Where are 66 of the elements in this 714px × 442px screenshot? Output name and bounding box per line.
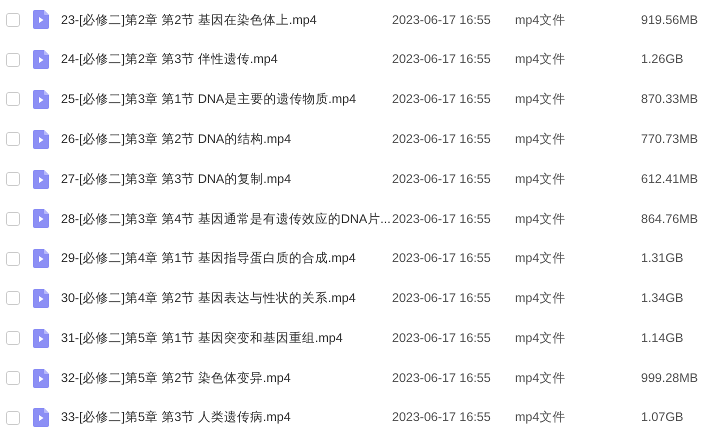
file-name[interactable]: 31-[必修二]第5章 第1节 基因突变和基因重组.mp4 <box>61 328 392 348</box>
file-size: 1.31GB <box>641 250 684 268</box>
file-type: mp4文件 <box>515 250 566 268</box>
video-file-icon <box>33 408 49 428</box>
file-size: 1.07GB <box>641 409 684 426</box>
file-type: mp4文件 <box>515 409 566 426</box>
file-size: 770.73MB <box>641 130 698 148</box>
video-file-icon <box>33 288 49 308</box>
checkbox[interactable] <box>6 331 20 346</box>
modified-date: 2023-06-17 16:55 <box>392 330 492 347</box>
checkbox[interactable] <box>6 92 20 106</box>
checkbox[interactable] <box>6 371 20 386</box>
modified-date: 2023-06-17 16:55 <box>392 290 492 308</box>
modified-date: 2023-06-17 16:55 <box>392 130 492 148</box>
checkbox[interactable] <box>6 410 20 425</box>
file-name[interactable]: 33-[必修二]第5章 第3节 人类遗传病.mp4 <box>61 408 392 428</box>
modified-date: 2023-06-17 16:55 <box>392 370 492 387</box>
modified-date: 2023-06-17 16:55 <box>392 210 492 228</box>
video-file-icon <box>33 249 49 268</box>
file-type: mp4文件 <box>515 91 566 108</box>
video-file-icon <box>33 328 49 348</box>
checkbox[interactable] <box>6 291 20 306</box>
file-type: mp4文件 <box>515 170 566 188</box>
file-type: mp4文件 <box>515 51 566 68</box>
modified-date: 2023-06-17 16:55 <box>392 51 492 68</box>
checkbox[interactable] <box>6 12 20 27</box>
video-file-icon <box>33 130 49 149</box>
checkbox[interactable] <box>6 252 20 266</box>
file-type: mp4文件 <box>515 330 566 347</box>
file-size: 1.26GB <box>641 51 684 68</box>
video-file-icon <box>33 170 49 189</box>
file-name[interactable]: 27-[必修二]第3章 第3节 DNA的复制.mp4 <box>61 170 392 188</box>
video-file-icon <box>33 209 49 228</box>
file-size: 1.14GB <box>641 330 684 347</box>
file-size: 999.28MB <box>641 370 698 387</box>
file-size: 919.56MB <box>641 12 698 29</box>
modified-date: 2023-06-17 16:55 <box>392 250 492 268</box>
file-type: mp4文件 <box>515 290 566 308</box>
file-name[interactable]: 30-[必修二]第4章 第2节 基因表达与性状的关系.mp4 <box>61 289 392 308</box>
modified-date: 2023-06-17 16:55 <box>392 170 492 188</box>
file-name[interactable]: 25-[必修二]第3章 第1节 DNA是主要的遗传物质.mp4 <box>61 90 392 109</box>
checkbox[interactable] <box>6 212 20 226</box>
file-name[interactable]: 32-[必修二]第5章 第2节 染色体变异.mp4 <box>61 368 392 388</box>
modified-date: 2023-06-17 16:55 <box>392 91 492 108</box>
file-name[interactable]: 28-[必修二]第3章 第4节 基因通常是有遗传效应的DNA片... <box>61 210 392 228</box>
checkbox[interactable] <box>6 52 20 67</box>
file-size: 864.76MB <box>641 210 698 228</box>
file-name[interactable]: 26-[必修二]第3章 第2节 DNA的结构.mp4 <box>61 130 392 149</box>
video-file-icon <box>33 368 49 388</box>
file-size: 870.33MB <box>641 91 698 108</box>
file-name[interactable]: 24-[必修二]第2章 第3节 伴性遗传.mp4 <box>61 50 392 70</box>
file-type: mp4文件 <box>515 210 566 228</box>
file-name[interactable]: 23-[必修二]第2章 第2节 基因在染色体上.mp4 <box>61 10 392 30</box>
checkbox[interactable] <box>6 132 20 146</box>
file-size: 1.34GB <box>641 290 684 308</box>
video-file-icon <box>33 50 49 70</box>
checkbox[interactable] <box>6 172 20 186</box>
file-size: 612.41MB <box>641 170 698 188</box>
video-file-icon <box>33 10 49 30</box>
file-type: mp4文件 <box>515 370 566 387</box>
file-type: mp4文件 <box>515 12 566 29</box>
file-name[interactable]: 29-[必修二]第4章 第1节 基因指导蛋白质的合成.mp4 <box>61 249 392 268</box>
file-type: mp4文件 <box>515 130 566 148</box>
modified-date: 2023-06-17 16:55 <box>392 12 492 29</box>
modified-date: 2023-06-17 16:55 <box>392 409 492 426</box>
video-file-icon <box>33 90 49 109</box>
